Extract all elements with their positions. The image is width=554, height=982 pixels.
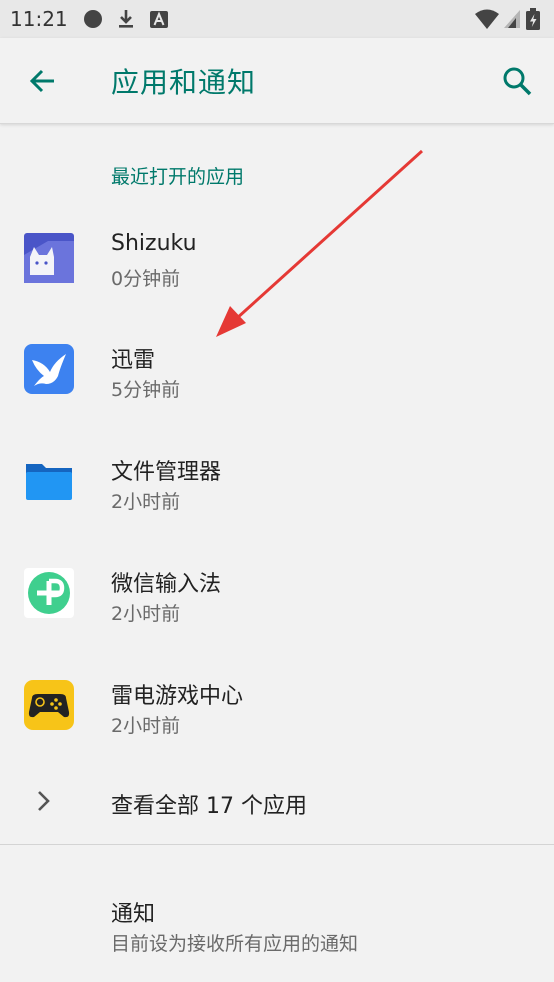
wifi-icon bbox=[475, 9, 499, 29]
recent-app-item-xunlei[interactable]: 迅雷 5分钟前 bbox=[0, 315, 554, 423]
battery-icon bbox=[526, 8, 540, 30]
chevron-right-icon bbox=[38, 791, 50, 811]
wechat-input-app-icon bbox=[24, 568, 74, 618]
recent-apps-header: 最近打开的应用 bbox=[111, 166, 245, 188]
app-last-used: 2小时前 bbox=[111, 715, 181, 737]
app-bar: 应用和通知 bbox=[0, 38, 554, 124]
app-last-used: 0分钟前 bbox=[111, 268, 181, 290]
app-name: 迅雷 bbox=[111, 348, 156, 373]
app-name: 微信输入法 bbox=[111, 572, 222, 597]
arrow-back-icon[interactable] bbox=[20, 58, 66, 104]
status-time: 11:21 bbox=[10, 7, 68, 31]
app-name: Shizuku bbox=[111, 231, 197, 256]
see-all-apps-label: 查看全部 17 个应用 bbox=[111, 794, 307, 819]
app-last-used: 5分钟前 bbox=[111, 379, 181, 401]
status-bar: 11:21 bbox=[0, 0, 554, 38]
notifications-summary: 目前设为接收所有应用的通知 bbox=[111, 933, 359, 955]
page-title: 应用和通知 bbox=[111, 66, 257, 99]
search-icon[interactable] bbox=[494, 58, 540, 104]
leidian-game-center-app-icon bbox=[24, 680, 74, 730]
app-name: 文件管理器 bbox=[111, 460, 222, 485]
font-a-icon bbox=[150, 11, 168, 28]
divider bbox=[0, 844, 554, 845]
app-last-used: 2小时前 bbox=[111, 491, 181, 513]
app-last-used: 2小时前 bbox=[111, 603, 181, 625]
download-icon bbox=[119, 10, 133, 28]
recent-app-item-wechat-input[interactable]: 微信输入法 2小时前 bbox=[0, 539, 554, 647]
shizuku-app-icon bbox=[24, 233, 74, 283]
recent-app-item-leidian-game-center[interactable]: 雷电游戏中心 2小时前 bbox=[0, 651, 554, 759]
file-manager-app-icon bbox=[26, 464, 72, 500]
recent-app-item-shizuku[interactable]: Shizuku 0分钟前 bbox=[0, 204, 554, 312]
screen: 11:21 应用和通知 最近打开的应用 Shizuku 0分钟前 迅雷 5分钟前… bbox=[0, 0, 554, 982]
xunlei-app-icon bbox=[24, 344, 74, 394]
signal-icon bbox=[504, 10, 520, 28]
circle-icon bbox=[84, 10, 102, 28]
notifications-title: 通知 bbox=[111, 902, 156, 927]
see-all-apps-button[interactable]: 查看全部 17 个应用 bbox=[0, 760, 554, 844]
app-name: 雷电游戏中心 bbox=[111, 684, 244, 709]
notifications-item[interactable]: 通知 目前设为接收所有应用的通知 bbox=[0, 872, 554, 972]
recent-app-item-file-manager[interactable]: 文件管理器 2小时前 bbox=[0, 427, 554, 535]
